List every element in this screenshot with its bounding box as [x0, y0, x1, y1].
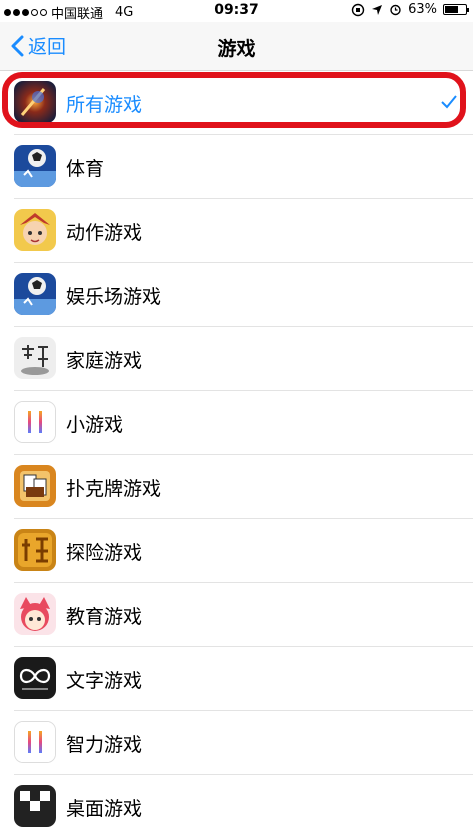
action-games-icon [14, 209, 56, 251]
list-item-adventure-games[interactable]: 探险游戏 [0, 519, 473, 583]
list-item-label: 家庭游戏 [66, 350, 143, 372]
battery-percent: 63% [408, 2, 437, 17]
list-item-label: 娱乐场游戏 [66, 286, 162, 308]
family-games-icon [14, 337, 56, 379]
list-item-label: 动作游戏 [66, 222, 143, 244]
list-item-label: 体育 [66, 158, 105, 180]
rotation-lock-icon [351, 3, 365, 16]
board-games-icon [14, 785, 56, 827]
alarm-icon [390, 4, 401, 16]
list-item-label: 探险游戏 [66, 542, 143, 564]
list-item-label: 智力游戏 [66, 734, 143, 756]
battery-icon [443, 4, 469, 15]
card-games-icon [14, 465, 56, 507]
page-title: 游戏 [217, 38, 256, 60]
list-item-family-games[interactable]: 家庭游戏 [0, 327, 473, 391]
list-item-card-games[interactable]: 扑克牌游戏 [0, 455, 473, 519]
location-arrow-icon [372, 4, 383, 15]
list-item-label: 桌面游戏 [66, 798, 143, 820]
list-item-sports[interactable]: 体育 [0, 135, 473, 199]
sports-icon [14, 145, 56, 187]
list-item-label: 小游戏 [66, 414, 124, 436]
ios11-icon [14, 721, 56, 763]
ios11-icon [14, 401, 56, 443]
list-item-action-games[interactable]: 动作游戏 [0, 199, 473, 263]
list-item-educational-games[interactable]: 教育游戏 [0, 583, 473, 647]
list-item-label: 扑克牌游戏 [66, 478, 162, 500]
list-item-casino-games[interactable]: 娱乐场游戏 [0, 263, 473, 327]
navigation-bar: 返回 游戏 [0, 22, 473, 71]
list-item-label: 教育游戏 [66, 606, 143, 628]
word-games-icon [14, 657, 56, 699]
casino-games-icon [14, 273, 56, 315]
list-item-word-games[interactable]: 文字游戏 [0, 647, 473, 711]
adventure-games-icon [14, 529, 56, 571]
status-right: 63% [351, 2, 469, 17]
list-item-board-games[interactable]: 桌面游戏 [0, 775, 473, 839]
educational-games-icon [14, 593, 56, 635]
category-list: 所有游戏 体育 动作游戏 娱乐场游戏 家庭游戏 小游戏 扑克牌游戏 探险游戏 教… [0, 71, 473, 839]
status-bar: 中国联通 4G 09:37 63% [0, 0, 473, 22]
list-item-puzzle-games[interactable]: 智力游戏 [0, 711, 473, 775]
list-item-label: 文字游戏 [66, 670, 143, 692]
list-item-mini-games[interactable]: 小游戏 [0, 391, 473, 455]
highlight-annotation [2, 72, 466, 128]
